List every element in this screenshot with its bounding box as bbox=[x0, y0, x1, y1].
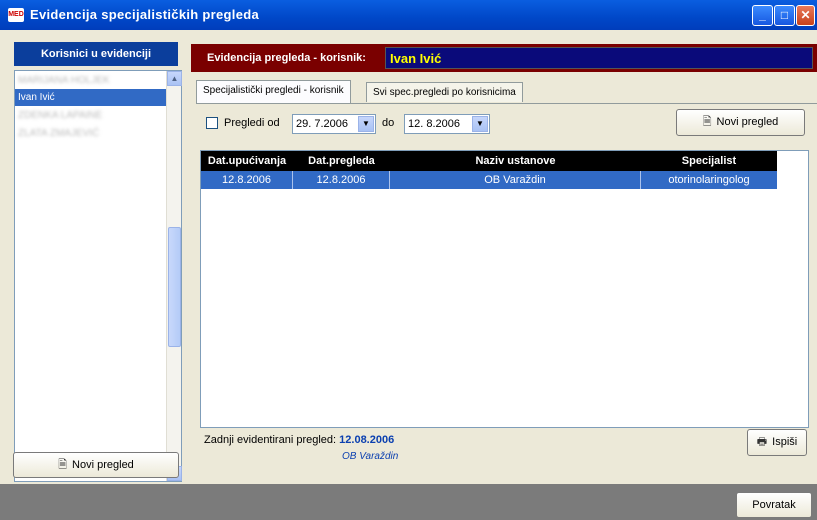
cell-exam-date: 12.8.2006 bbox=[293, 171, 390, 189]
left-new-exam-label: Novi pregled bbox=[72, 459, 134, 471]
date-filter-checkbox[interactable] bbox=[206, 117, 218, 129]
left-new-exam-button[interactable]: 🗎 Novi pregled bbox=[13, 452, 179, 478]
list-item[interactable]: Ivan Ivić bbox=[15, 89, 167, 106]
cell-specialist: otorinolaringolog bbox=[668, 174, 750, 186]
to-date-value: 12. 8.2006 bbox=[408, 118, 460, 130]
maximize-button[interactable]: □ bbox=[774, 5, 795, 26]
window-title: Evidencija specijalističkih pregleda bbox=[30, 7, 260, 22]
date-from-label: Pregledi od bbox=[224, 117, 280, 129]
users-panel: Korisnici u evidenciji MARIJANA HOLJEK I… bbox=[8, 36, 186, 482]
last-exam-date: 12.08.2006 bbox=[339, 434, 395, 446]
cell-referral-date: 12.8.2006 bbox=[201, 171, 293, 189]
exams-table: Dat.upućivanja Dat.pregleda Naziv ustano… bbox=[200, 150, 809, 428]
title-bar: MED Evidencija specijalističkih pregleda… bbox=[0, 0, 817, 30]
from-date-picker[interactable]: 29. 7.2006 ▼ bbox=[292, 114, 376, 134]
users-list: MARIJANA HOLJEK Ivan Ivić ZDENKA LAPAINE… bbox=[14, 70, 182, 482]
minimize-button[interactable]: _ bbox=[752, 5, 773, 26]
col-specialist[interactable]: Specijalist bbox=[641, 151, 777, 171]
col-exam-date[interactable]: Dat.pregleda bbox=[293, 151, 390, 171]
user-header-bar: Evidencija pregleda - korisnik: Ivan Ivi… bbox=[191, 44, 817, 72]
date-to-label: do bbox=[382, 117, 395, 129]
to-date-picker[interactable]: 12. 8.2006 ▼ bbox=[404, 114, 490, 134]
last-exam-place: OB Varaždin bbox=[342, 451, 399, 462]
exams-panel: Evidencija pregleda - korisnik: Ivan Ivi… bbox=[191, 36, 817, 482]
last-exam-label: Zadnji evidentirani pregled: bbox=[204, 434, 337, 446]
tab-user-exams[interactable]: Specijalistički pregledi - korisnik bbox=[196, 80, 351, 104]
list-item[interactable]: ZDENKA LAPAINE bbox=[15, 107, 167, 124]
tab-all-exams[interactable]: Svi spec.pregledi po korisnicima bbox=[366, 82, 523, 102]
user-name-field: Ivan Ivić bbox=[385, 47, 813, 69]
cell-institution: OB Varaždin bbox=[390, 171, 641, 189]
new-exam-label: Novi pregled bbox=[716, 116, 779, 128]
close-button[interactable]: ✕ bbox=[796, 5, 815, 26]
bottom-bar: Povratak bbox=[0, 484, 817, 520]
col-referral-date[interactable]: Dat.upućivanja bbox=[201, 151, 293, 171]
list-item[interactable]: MARIJANA HOLJEK bbox=[15, 72, 167, 89]
users-scrollbar[interactable]: ▲ ▼ bbox=[166, 71, 182, 481]
users-header: Korisnici u evidenciji bbox=[14, 42, 178, 66]
last-exam-info: Zadnji evidentirani pregled: 12.08.2006 bbox=[204, 434, 394, 446]
print-label: Ispiši bbox=[772, 436, 798, 448]
printer-icon: 🖶 bbox=[756, 436, 768, 448]
print-button[interactable]: 🖶 Ispiši bbox=[747, 429, 807, 456]
scroll-thumb[interactable] bbox=[168, 226, 181, 347]
table-header: Dat.upućivanja Dat.pregleda Naziv ustano… bbox=[201, 151, 777, 171]
list-item[interactable]: ZLATA ZMAJEVIĆ bbox=[15, 125, 167, 142]
chevron-down-icon[interactable]: ▼ bbox=[358, 116, 374, 132]
from-date-value: 29. 7.2006 bbox=[296, 118, 348, 130]
col-institution[interactable]: Naziv ustanove bbox=[390, 151, 641, 171]
app-icon: MED bbox=[8, 8, 24, 22]
chevron-down-icon[interactable]: ▼ bbox=[472, 116, 488, 132]
document-icon: 🗎 bbox=[702, 116, 712, 128]
table-row[interactable]: 12.8.2006 12.8.2006 OB Varaždin otorinol… bbox=[201, 171, 777, 189]
back-button[interactable]: Povratak bbox=[736, 492, 812, 518]
document-icon: 🗎 bbox=[58, 459, 68, 471]
user-label: Evidencija pregleda - korisnik: bbox=[207, 52, 366, 64]
scroll-up-arrow-icon[interactable]: ▲ bbox=[167, 71, 182, 86]
new-exam-button[interactable]: 🗎 Novi pregled bbox=[676, 109, 805, 136]
